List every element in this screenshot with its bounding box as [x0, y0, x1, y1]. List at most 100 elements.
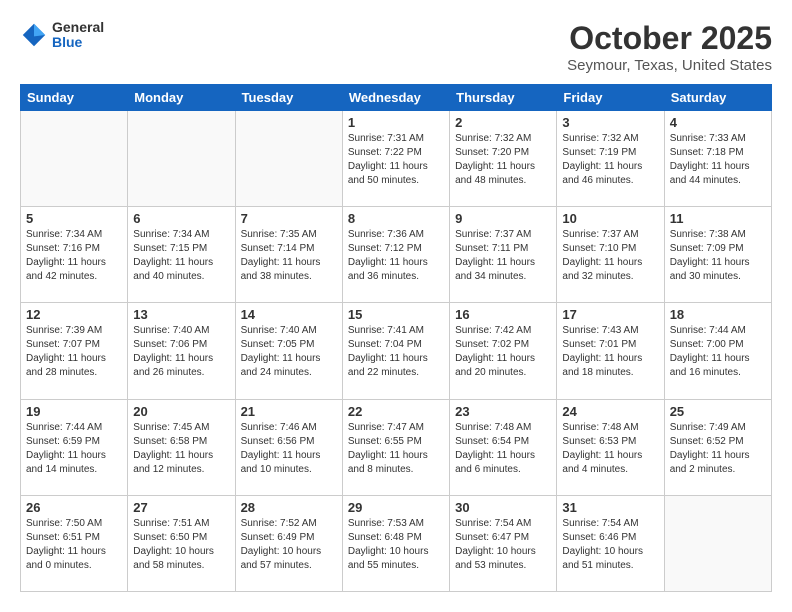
day-number: 27: [133, 500, 229, 515]
page: General Blue October 2025 Seymour, Texas…: [0, 0, 792, 612]
calendar-cell: 10Sunrise: 7:37 AMSunset: 7:10 PMDayligh…: [557, 207, 664, 303]
calendar-cell: 13 Sunrise: 7:40 AMSunset: 7:06 PMDayligh…: [128, 303, 235, 399]
cell-info: Sunrise: 7:40 AMSunset: 7:05 PMDaylight:…: [241, 325, 321, 378]
calendar-cell: 20 Sunrise: 7:45 AMSunset: 6:58 PMDayligh…: [128, 399, 235, 495]
cell-info: Sunrise: 7:32 AMSunset: 7:19 PMDaylight:…: [562, 133, 642, 186]
day-header-friday: Friday: [557, 85, 664, 111]
day-number: 22: [348, 404, 444, 419]
week-row-5: 26Sunrise: 7:50 AMSunset: 6:51 PMDayligh…: [21, 495, 772, 591]
cell-info: Sunrise: 7:34 AMSunset: 7:16 PMDaylight:…: [26, 229, 106, 282]
cell-info: Sunrise: 7:49 AMSunset: 6:52 PMDaylight:…: [670, 422, 750, 475]
cell-info: Sunrise: 7:45 AMSunset: 6:58 PMDaylight:…: [133, 422, 213, 475]
cell-info: Sunrise: 7:39 AMSunset: 7:07 PMDaylight:…: [26, 325, 106, 378]
calendar-cell: [664, 495, 771, 591]
cell-info: Sunrise: 7:54 AMSunset: 6:46 PMDaylight:…: [562, 518, 643, 571]
day-number: 26: [26, 500, 122, 515]
calendar-cell: 12Sunrise: 7:39 AMSunset: 7:07 PMDayligh…: [21, 303, 128, 399]
cell-info: Sunrise: 7:48 AMSunset: 6:53 PMDaylight:…: [562, 422, 642, 475]
location-title: Seymour, Texas, United States: [567, 57, 772, 74]
calendar-cell: 17 Sunrise: 7:43 AMSunset: 7:01 PMDayligh…: [557, 303, 664, 399]
week-row-1: 1Sunrise: 7:31 AMSunset: 7:22 PMDaylight…: [21, 111, 772, 207]
calendar-cell: 24 Sunrise: 7:48 AMSunset: 6:53 PMDayligh…: [557, 399, 664, 495]
calendar-cell: 27 Sunrise: 7:51 AMSunset: 6:50 PMDayligh…: [128, 495, 235, 591]
cell-info: Sunrise: 7:35 AMSunset: 7:14 PMDaylight:…: [241, 229, 321, 282]
day-number: 18: [670, 307, 766, 322]
calendar-cell: 31 Sunrise: 7:54 AMSunset: 6:46 PMDayligh…: [557, 495, 664, 591]
cell-info: Sunrise: 7:31 AMSunset: 7:22 PMDaylight:…: [348, 133, 428, 186]
calendar-cell: 25 Sunrise: 7:49 AMSunset: 6:52 PMDayligh…: [664, 399, 771, 495]
logo-text: General Blue: [52, 20, 104, 51]
cell-info: Sunrise: 7:42 AMSunset: 7:02 PMDaylight:…: [455, 325, 535, 378]
calendar-cell: 28 Sunrise: 7:52 AMSunset: 6:49 PMDayligh…: [235, 495, 342, 591]
day-number: 28: [241, 500, 337, 515]
logo: General Blue: [20, 20, 104, 51]
day-number: 29: [348, 500, 444, 515]
cell-info: Sunrise: 7:37 AMSunset: 7:11 PMDaylight:…: [455, 229, 535, 282]
day-number: 2: [455, 115, 551, 130]
day-header-wednesday: Wednesday: [342, 85, 449, 111]
day-number: 17: [562, 307, 658, 322]
calendar-cell: 22 Sunrise: 7:47 AMSunset: 6:55 PMDayligh…: [342, 399, 449, 495]
cell-info: Sunrise: 7:53 AMSunset: 6:48 PMDaylight:…: [348, 518, 429, 571]
day-number: 4: [670, 115, 766, 130]
day-number: 16: [455, 307, 551, 322]
day-number: 5: [26, 211, 122, 226]
day-number: 24: [562, 404, 658, 419]
logo-icon: [20, 21, 48, 49]
calendar-cell: [21, 111, 128, 207]
logo-general-label: General: [52, 20, 104, 35]
day-number: 8: [348, 211, 444, 226]
calendar-cell: 5 Sunrise: 7:34 AMSunset: 7:16 PMDaylight…: [21, 207, 128, 303]
day-number: 3: [562, 115, 658, 130]
day-number: 9: [455, 211, 551, 226]
day-number: 31: [562, 500, 658, 515]
day-number: 20: [133, 404, 229, 419]
month-title: October 2025: [567, 20, 772, 57]
cell-info: Sunrise: 7:44 AMSunset: 7:00 PMDaylight:…: [670, 325, 750, 378]
calendar-cell: 23 Sunrise: 7:48 AMSunset: 6:54 PMDayligh…: [450, 399, 557, 495]
calendar-cell: 14Sunrise: 7:40 AMSunset: 7:05 PMDayligh…: [235, 303, 342, 399]
cell-info: Sunrise: 7:47 AMSunset: 6:55 PMDaylight:…: [348, 422, 428, 475]
calendar-header-row: SundayMondayTuesdayWednesdayThursdayFrid…: [21, 85, 772, 111]
day-number: 23: [455, 404, 551, 419]
day-header-monday: Monday: [128, 85, 235, 111]
calendar-cell: 18 Sunrise: 7:44 AMSunset: 7:00 PMDayligh…: [664, 303, 771, 399]
cell-info: Sunrise: 7:44 AMSunset: 6:59 PMDaylight:…: [26, 422, 106, 475]
cell-info: Sunrise: 7:52 AMSunset: 6:49 PMDaylight:…: [241, 518, 322, 571]
day-number: 6: [133, 211, 229, 226]
calendar-cell: 11Sunrise: 7:38 AMSunset: 7:09 PMDayligh…: [664, 207, 771, 303]
calendar-cell: 8Sunrise: 7:36 AMSunset: 7:12 PMDaylight…: [342, 207, 449, 303]
cell-info: Sunrise: 7:40 AMSunset: 7:06 PMDaylight:…: [133, 325, 213, 378]
day-header-tuesday: Tuesday: [235, 85, 342, 111]
cell-info: Sunrise: 7:41 AMSunset: 7:04 PMDaylight:…: [348, 325, 428, 378]
cell-info: Sunrise: 7:37 AMSunset: 7:10 PMDaylight:…: [562, 229, 642, 282]
calendar-cell: 16 Sunrise: 7:42 AMSunset: 7:02 PMDayligh…: [450, 303, 557, 399]
calendar-cell: 6Sunrise: 7:34 AMSunset: 7:15 PMDaylight…: [128, 207, 235, 303]
cell-info: Sunrise: 7:51 AMSunset: 6:50 PMDaylight:…: [133, 518, 214, 571]
calendar-cell: 30Sunrise: 7:54 AMSunset: 6:47 PMDayligh…: [450, 495, 557, 591]
day-number: 19: [26, 404, 122, 419]
calendar-cell: 7Sunrise: 7:35 AMSunset: 7:14 PMDaylight…: [235, 207, 342, 303]
week-row-2: 5 Sunrise: 7:34 AMSunset: 7:16 PMDaylight…: [21, 207, 772, 303]
cell-info: Sunrise: 7:32 AMSunset: 7:20 PMDaylight:…: [455, 133, 535, 186]
calendar-cell: 19 Sunrise: 7:44 AMSunset: 6:59 PMDayligh…: [21, 399, 128, 495]
day-number: 21: [241, 404, 337, 419]
cell-info: Sunrise: 7:33 AMSunset: 7:18 PMDaylight:…: [670, 133, 750, 186]
calendar-cell: 15 Sunrise: 7:41 AMSunset: 7:04 PMDayligh…: [342, 303, 449, 399]
cell-info: Sunrise: 7:46 AMSunset: 6:56 PMDaylight:…: [241, 422, 321, 475]
day-header-saturday: Saturday: [664, 85, 771, 111]
week-row-4: 19 Sunrise: 7:44 AMSunset: 6:59 PMDayligh…: [21, 399, 772, 495]
day-number: 25: [670, 404, 766, 419]
day-number: 11: [670, 211, 766, 226]
calendar-cell: 2 Sunrise: 7:32 AMSunset: 7:20 PMDaylight…: [450, 111, 557, 207]
calendar-cell: 3 Sunrise: 7:32 AMSunset: 7:19 PMDaylight…: [557, 111, 664, 207]
day-number: 15: [348, 307, 444, 322]
calendar-cell: 9 Sunrise: 7:37 AMSunset: 7:11 PMDaylight…: [450, 207, 557, 303]
cell-info: Sunrise: 7:43 AMSunset: 7:01 PMDaylight:…: [562, 325, 642, 378]
logo-blue-label: Blue: [52, 35, 104, 50]
day-number: 13: [133, 307, 229, 322]
calendar-cell: [128, 111, 235, 207]
calendar-cell: 21 Sunrise: 7:46 AMSunset: 6:56 PMDayligh…: [235, 399, 342, 495]
cell-info: Sunrise: 7:48 AMSunset: 6:54 PMDaylight:…: [455, 422, 535, 475]
header: General Blue October 2025 Seymour, Texas…: [20, 20, 772, 74]
